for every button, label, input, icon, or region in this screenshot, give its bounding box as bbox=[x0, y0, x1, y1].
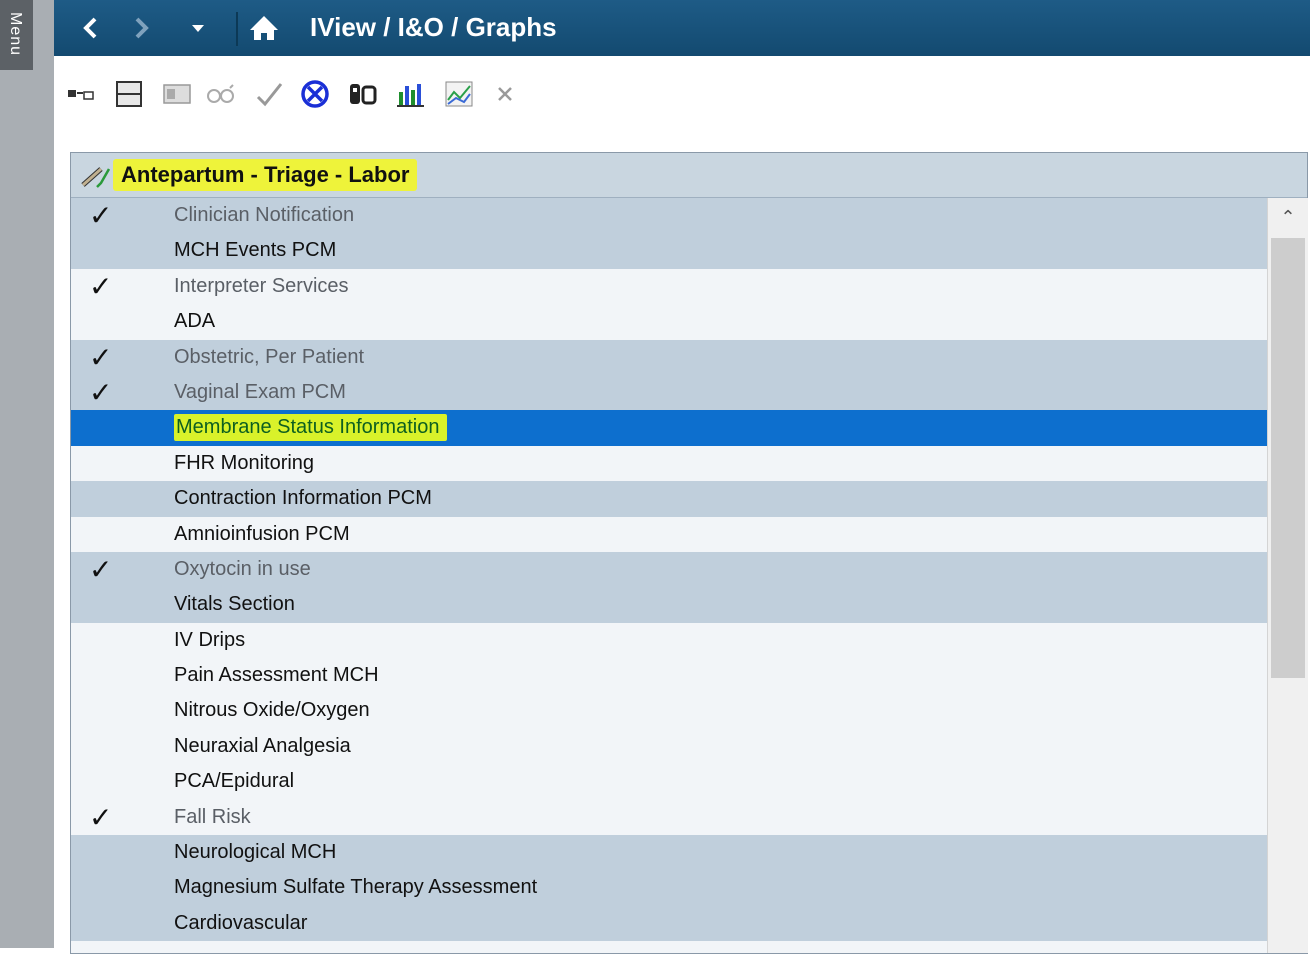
section-row-label: Neuraxial Analgesia bbox=[174, 734, 351, 757]
section-row[interactable]: ✓ Oxytocin in use bbox=[71, 551, 1267, 588]
section-row[interactable]: FHR Monitoring bbox=[71, 445, 1267, 482]
documented-check-icon: ✓ bbox=[89, 341, 113, 373]
caret-down-icon[interactable] bbox=[190, 10, 206, 46]
section-row-label: Vaginal Exam PCM bbox=[174, 380, 346, 403]
title-separator bbox=[236, 12, 238, 46]
section-row[interactable]: ✓ Clinician Notification bbox=[71, 198, 1267, 234]
section-row[interactable]: PCA/Epidural bbox=[71, 764, 1267, 800]
section-row-label: PCA/Epidural bbox=[174, 770, 295, 793]
glasses-icon[interactable] bbox=[206, 80, 236, 108]
section-row[interactable]: Vitals Section bbox=[71, 587, 1267, 623]
section-row-label: Pain Assessment MCH bbox=[174, 664, 379, 687]
page-title: IView / I&O / Graphs bbox=[310, 12, 557, 42]
section-row[interactable]: Pain Assessment MCH bbox=[71, 658, 1267, 694]
chevron-left-icon[interactable] bbox=[80, 10, 100, 46]
not-done-icon[interactable] bbox=[300, 80, 330, 108]
section-row-label: Clinician Notification bbox=[174, 204, 355, 226]
section-row-label: Contraction Information PCM bbox=[174, 487, 432, 510]
section-row[interactable]: ✓ Interpreter Services bbox=[71, 268, 1267, 305]
section-row-label: Membrane Status Information bbox=[174, 414, 448, 442]
section-row-label: FHR Monitoring bbox=[174, 451, 315, 474]
documented-check-icon: ✓ bbox=[89, 270, 113, 302]
section-row-label: Magnesium Sulfate Therapy Assessment bbox=[174, 876, 538, 899]
scroll-up-icon[interactable]: ⌃ bbox=[1268, 198, 1308, 236]
title-bar: IView / I&O / Graphs bbox=[54, 0, 1310, 56]
menu-tab[interactable]: Menu bbox=[0, 0, 33, 70]
insert-row-icon[interactable] bbox=[66, 80, 96, 108]
section-row[interactable]: ADA bbox=[71, 304, 1267, 340]
split-view-icon[interactable] bbox=[114, 80, 144, 108]
documented-check-icon: ✓ bbox=[89, 801, 113, 833]
navigator-panel: Antepartum - Triage - Labor ✓ Clinician N… bbox=[70, 152, 1308, 954]
documented-check-icon: ✓ bbox=[89, 376, 113, 408]
section-row[interactable]: Contraction Information PCM bbox=[71, 481, 1267, 517]
section-row[interactable]: MCH Events PCM bbox=[71, 233, 1267, 269]
section-row-label: Obstetric, Per Patient bbox=[174, 345, 365, 368]
section-row[interactable]: ✓ Obstetric, Per Patient bbox=[71, 339, 1267, 375]
compare-icon[interactable] bbox=[348, 80, 378, 108]
section-row[interactable]: Nitrous Oxide/Oxygen bbox=[71, 693, 1267, 729]
section-list: ✓ Clinician Notification MCH Events PCM ✓ In… bbox=[71, 198, 1267, 942]
section-row-label: Fall Risk bbox=[174, 805, 251, 828]
section-row[interactable]: Neurological MCH bbox=[71, 835, 1267, 871]
band-header[interactable]: Antepartum - Triage - Labor bbox=[71, 153, 1307, 198]
section-row-label: Cardiovascular bbox=[174, 911, 308, 934]
section-row-label: MCH Events PCM bbox=[174, 239, 337, 262]
scrollbar-thumb[interactable] bbox=[1271, 238, 1305, 678]
check-icon[interactable] bbox=[254, 80, 284, 108]
left-menu-rail: Menu bbox=[0, 0, 54, 948]
band-icon bbox=[79, 165, 111, 191]
section-row-label: Oxytocin in use bbox=[174, 557, 311, 580]
section-row-label: Neurological MCH bbox=[174, 841, 337, 864]
bar-chart-icon[interactable] bbox=[396, 80, 426, 108]
documented-check-icon: ✓ bbox=[89, 553, 113, 585]
section-row[interactable]: Cardiovascular bbox=[71, 905, 1267, 942]
vertical-scrollbar[interactable]: ⌃ bbox=[1267, 198, 1308, 953]
section-row-label: IV Drips bbox=[174, 628, 246, 651]
table-icon[interactable] bbox=[162, 80, 192, 108]
section-row[interactable]: IV Drips bbox=[71, 622, 1267, 659]
section-row[interactable]: Neuraxial Analgesia bbox=[71, 728, 1267, 765]
section-row-label: Nitrous Oxide/Oxygen bbox=[174, 699, 370, 722]
section-row-label: Interpreter Services bbox=[174, 274, 349, 297]
band-title: Antepartum - Triage - Labor bbox=[113, 159, 418, 191]
section-row-label: Vitals Section bbox=[174, 593, 295, 616]
section-row[interactable]: ✓ Fall Risk bbox=[71, 799, 1267, 836]
section-row[interactable]: Amnioinfusion PCM bbox=[71, 516, 1267, 552]
chevron-right-icon[interactable] bbox=[132, 10, 152, 46]
section-row[interactable]: Membrane Status Information bbox=[71, 410, 1267, 446]
home-icon[interactable] bbox=[248, 10, 280, 46]
documented-check-icon: ✓ bbox=[89, 200, 113, 231]
menu-tab-label: Menu bbox=[7, 12, 24, 57]
close-icon[interactable] bbox=[490, 80, 520, 108]
line-chart-icon[interactable] bbox=[444, 80, 474, 108]
section-row[interactable]: Magnesium Sulfate Therapy Assessment bbox=[71, 870, 1267, 906]
section-row-label: Amnioinfusion PCM bbox=[174, 522, 350, 545]
section-row-label: ADA bbox=[174, 310, 216, 333]
section-row[interactable]: ✓ Vaginal Exam PCM bbox=[71, 374, 1267, 411]
